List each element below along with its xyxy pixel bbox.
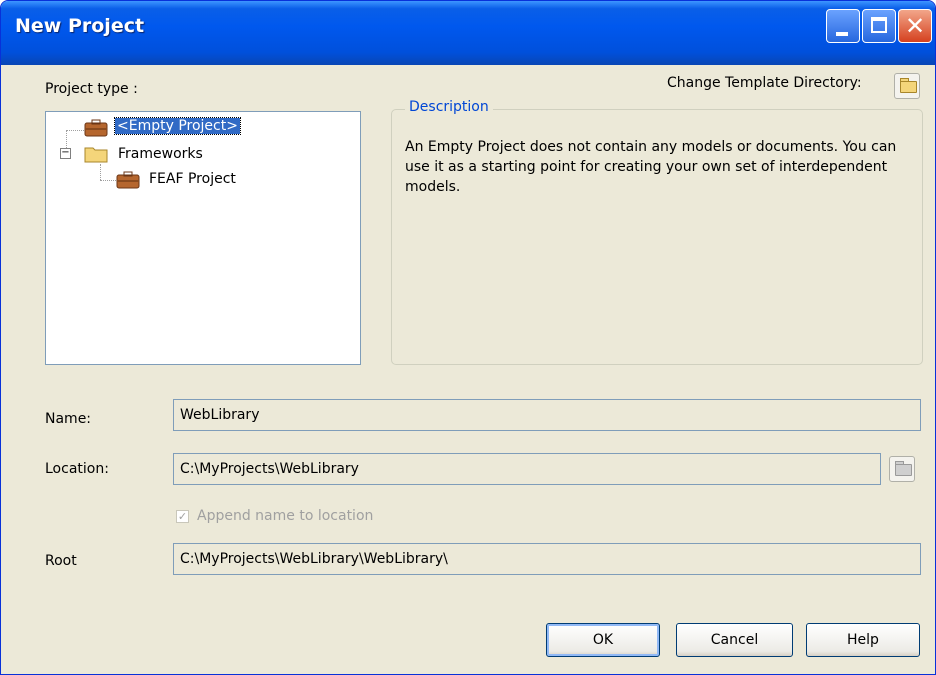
minimize-button[interactable]: [826, 9, 860, 43]
minimize-icon: [836, 32, 848, 36]
location-field[interactable]: C:\MyProjects\WebLibrary: [173, 453, 881, 485]
append-name-label: Append name to location: [197, 508, 374, 524]
description-title: Description: [405, 99, 493, 115]
collapse-icon[interactable]: −: [60, 148, 71, 159]
close-icon: ✕: [904, 12, 926, 40]
browse-location-button[interactable]: [889, 456, 915, 482]
root-label: Root: [45, 553, 77, 569]
change-template-button[interactable]: [894, 73, 920, 99]
title-bar[interactable]: New Project ✕: [1, 1, 935, 65]
ok-button[interactable]: OK: [546, 623, 660, 657]
maximize-icon: [871, 17, 887, 33]
name-field[interactable]: WebLibrary: [173, 399, 921, 431]
change-template-label: Change Template Directory:: [667, 75, 862, 91]
append-name-checkbox[interactable]: ✓: [176, 510, 189, 523]
name-label: Name:: [45, 411, 92, 427]
cancel-button[interactable]: Cancel: [676, 623, 793, 657]
description-text: An Empty Project does not contain any mo…: [405, 139, 897, 195]
location-label: Location:: [45, 461, 109, 477]
root-field[interactable]: C:\MyProjects\WebLibrary\WebLibrary\: [173, 543, 921, 575]
folder-icon: [84, 147, 108, 163]
tree-item-feaf-project[interactable]: FEAF Project: [149, 171, 236, 187]
close-button[interactable]: ✕: [898, 9, 932, 43]
window-title: New Project: [15, 15, 145, 37]
maximize-button[interactable]: [862, 9, 896, 43]
tree-item-frameworks[interactable]: Frameworks: [118, 146, 203, 162]
tree-item-empty-project[interactable]: <Empty Project>: [114, 117, 241, 135]
new-project-dialog: New Project ✕ Project type : Change Temp…: [0, 0, 936, 675]
project-type-tree[interactable]: <Empty Project> − Frameworks FEAF Projec…: [45, 111, 361, 365]
project-type-label: Project type :: [45, 81, 138, 97]
help-button[interactable]: Help: [806, 623, 920, 657]
briefcase-icon: [84, 119, 108, 137]
briefcase-icon: [116, 171, 140, 189]
